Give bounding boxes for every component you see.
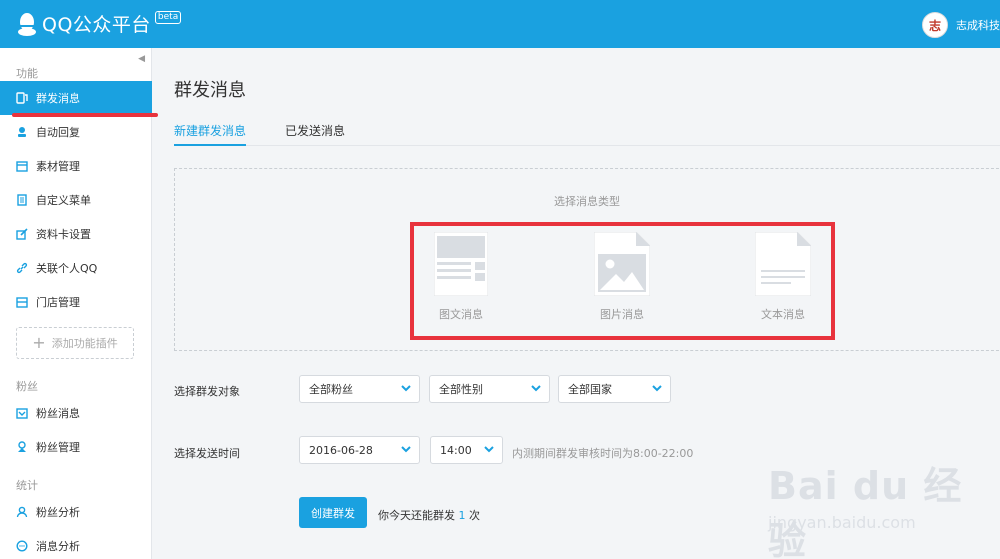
collapse-sidebar-icon[interactable]: ◀	[138, 54, 145, 64]
sidebar-item-custom-menu[interactable]: 自定义菜单	[0, 183, 152, 217]
fans-select-value: 全部粉丝	[309, 383, 353, 396]
country-select-value: 全部国家	[568, 383, 612, 396]
review-time-hint: 内测期间群发审核时间为8:00-22:00	[512, 447, 694, 460]
beta-badge: beta	[154, 11, 182, 24]
schedule-label: 选择发送时间	[174, 447, 240, 460]
fans-icon	[16, 441, 28, 453]
message-type-caption: 选择消息类型	[554, 195, 620, 208]
chevron-down-icon	[652, 385, 662, 392]
highlight-underline	[12, 113, 158, 117]
tab-sent-messages[interactable]: 已发送消息	[285, 122, 345, 146]
top-bar: QQ公众平台 beta 志 志成科技	[0, 0, 1000, 48]
watermark-url: jingyan.baidu.com	[768, 513, 916, 532]
add-plugin-label: 添加功能插件	[51, 337, 118, 350]
target-label: 选择群发对象	[174, 385, 240, 398]
sidebar-item-label: 粉丝消息	[36, 407, 80, 420]
sidebar-item-label: 素材管理	[36, 160, 80, 173]
chevron-down-icon	[401, 446, 411, 453]
page-title: 群发消息	[174, 80, 246, 101]
sidebar-item-label: 资料卡设置	[36, 228, 91, 241]
robot-icon	[16, 126, 28, 138]
sidebar-item-message-analysis[interactable]: 消息分析	[0, 529, 152, 559]
time-select[interactable]: 14:00	[430, 436, 503, 464]
sidebar-item-label: 关联个人QQ	[36, 262, 98, 275]
chevron-down-icon	[401, 385, 411, 392]
folder-icon	[16, 160, 28, 172]
chevron-down-icon	[484, 446, 494, 453]
account-name[interactable]: 志成科技	[956, 17, 1000, 33]
section-title-features: 功能	[16, 67, 38, 80]
tab-new-broadcast[interactable]: 新建群发消息	[174, 122, 247, 146]
avatar[interactable]: 志	[922, 12, 948, 38]
plus-icon: +	[32, 333, 46, 352]
sidebar-item-label: 群发消息	[36, 92, 80, 105]
app-name: QQ公众平台	[42, 14, 151, 36]
sidebar-item-label: 粉丝分析	[36, 506, 80, 519]
qq-penguin-icon	[18, 12, 36, 36]
date-select[interactable]: 2016-06-28	[299, 436, 420, 464]
sidebar-item-fan-analysis[interactable]: 粉丝分析	[0, 495, 152, 529]
store-icon	[16, 296, 28, 308]
country-select[interactable]: 全部国家	[558, 375, 671, 403]
sidebar-item-link-qq[interactable]: 关联个人QQ	[0, 251, 152, 285]
user-icon	[16, 506, 28, 518]
inbox-icon	[16, 407, 28, 419]
watermark-logo: Bai du 经验	[768, 464, 963, 559]
quota-prefix: 你今天还能群发	[378, 509, 455, 522]
sidebar-item-fan-management[interactable]: 粉丝管理	[0, 430, 152, 464]
chevron-down-icon	[531, 385, 541, 392]
add-plugin-button[interactable]: + 添加功能插件	[16, 327, 134, 359]
highlight-box	[410, 222, 835, 340]
sidebar-item-label: 自定义菜单	[36, 194, 91, 207]
sidebar-item-label: 自动回复	[36, 126, 80, 139]
watermark: Bai du 经验 jingyan.baidu.com	[760, 455, 990, 559]
sidebar-item-store[interactable]: 门店管理	[0, 285, 152, 319]
time-select-value: 14:00	[440, 443, 472, 457]
sidebar-item-label: 消息分析	[36, 540, 80, 553]
sidebar-item-profile-card[interactable]: 资料卡设置	[0, 217, 152, 251]
sidebar: ◀ 功能 群发消息 自动回复 素材管理 自定义菜单 资料卡设置 关联个人QQ 门…	[0, 48, 152, 559]
gender-select-value: 全部性别	[439, 383, 483, 396]
create-broadcast-button[interactable]: 创建群发	[299, 497, 367, 528]
sidebar-item-broadcast[interactable]: 群发消息	[0, 81, 152, 115]
phone-message-icon	[16, 92, 28, 104]
section-title-stats: 统计	[16, 479, 38, 492]
date-select-value: 2016-06-28	[309, 443, 373, 457]
edit-card-icon	[16, 228, 28, 240]
user-menu[interactable]: 志 志成科技	[922, 12, 1000, 38]
sidebar-item-materials[interactable]: 素材管理	[0, 149, 152, 183]
app-logo[interactable]: QQ公众平台 beta	[16, 10, 182, 37]
chat-icon	[16, 540, 28, 552]
sidebar-item-fan-messages[interactable]: 粉丝消息	[0, 396, 152, 430]
message-tabs: 新建群发消息 已发送消息	[174, 122, 1000, 146]
menu-doc-icon	[16, 194, 28, 206]
sidebar-item-auto-reply[interactable]: 自动回复	[0, 115, 152, 149]
link-icon	[16, 262, 28, 274]
remaining-quota: 你今天还能群发 1 次	[378, 507, 480, 523]
sidebar-item-label: 门店管理	[36, 296, 80, 309]
quota-count: 1	[458, 509, 466, 522]
section-title-fans: 粉丝	[16, 380, 38, 393]
quota-suffix: 次	[469, 509, 480, 522]
sidebar-item-label: 粉丝管理	[36, 441, 80, 454]
gender-select[interactable]: 全部性别	[429, 375, 550, 403]
fans-select[interactable]: 全部粉丝	[299, 375, 420, 403]
